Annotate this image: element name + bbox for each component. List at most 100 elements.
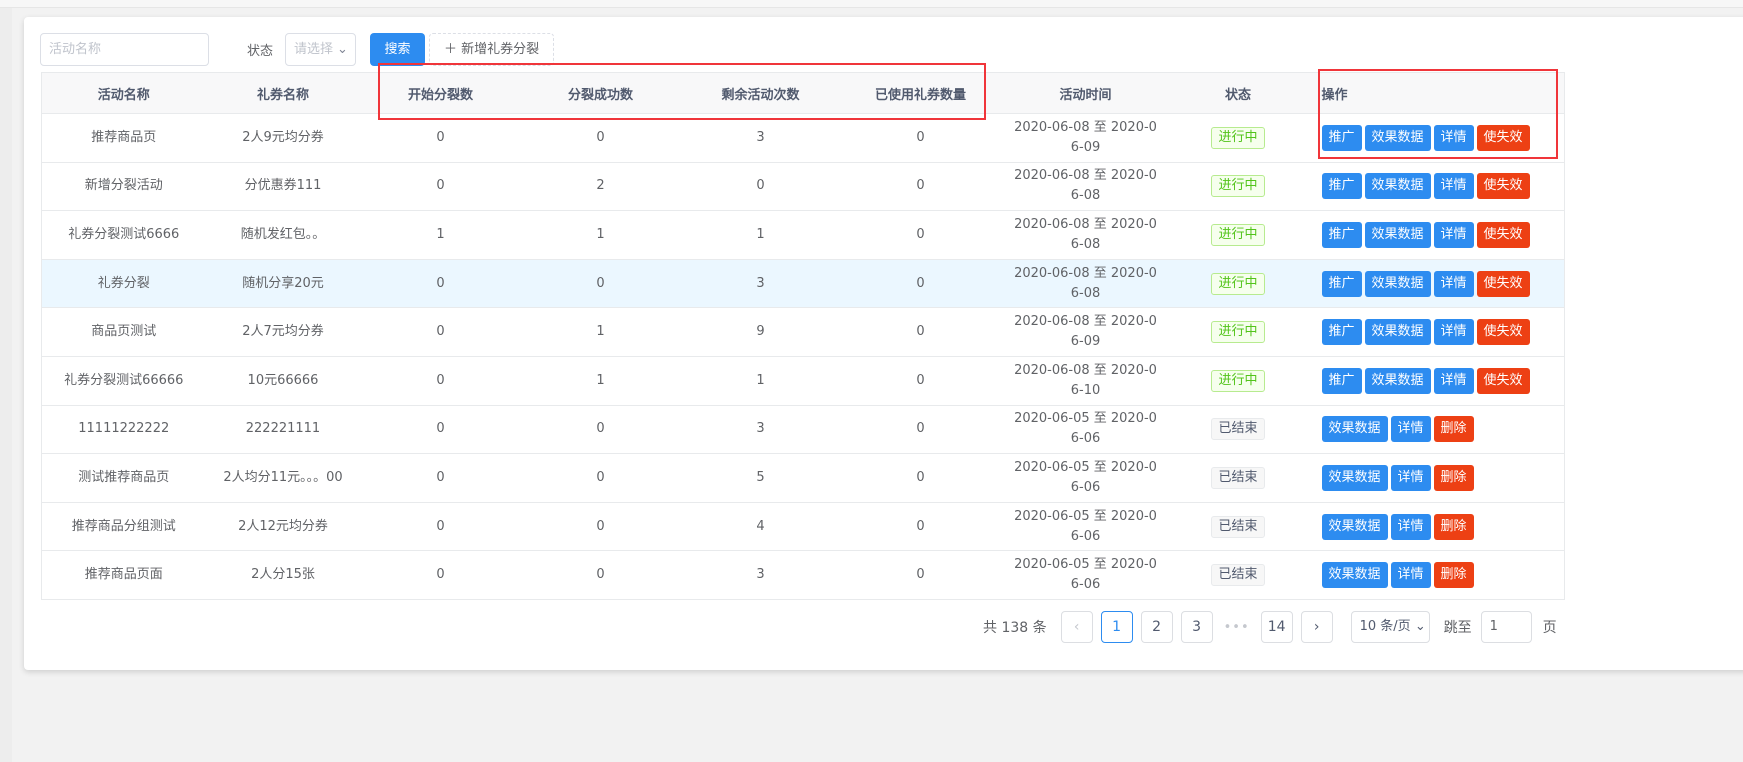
- ellipsis-icon[interactable]: •••: [1221, 620, 1253, 635]
- page-size-select[interactable]: 10 条/页 ⌄: [1350, 611, 1430, 643]
- activity-name-input[interactable]: 活动名称: [40, 33, 209, 66]
- invalidate-button[interactable]: 使失效: [1476, 173, 1530, 200]
- table-row[interactable]: 推荐商品分组测试 2人12元均分券 0 0 4 0 2020-06-05 至 2020-0 6…: [41, 502, 1565, 552]
- effect-data-button[interactable]: 效果数据: [1364, 221, 1431, 248]
- cell-name: 11111222222: [41, 405, 206, 455]
- time-line-2: 6-06: [1070, 431, 1101, 447]
- prev-page-button[interactable]: ‹: [1060, 611, 1093, 643]
- detail-button[interactable]: 详情: [1390, 513, 1431, 540]
- table-row[interactable]: 礼券分裂测试66666 10元66666 0 1 1 0 2020-06-08 至 2020…: [41, 356, 1565, 406]
- invalidate-button[interactable]: 使失效: [1476, 319, 1530, 346]
- status-badge: 进行中: [1211, 126, 1265, 149]
- column-header: 状态: [1170, 72, 1306, 114]
- add-coupon-split-button[interactable]: ＋ 新增礼券分裂: [429, 33, 555, 66]
- status-badge: 已结束: [1211, 564, 1265, 587]
- detail-button[interactable]: 详情: [1390, 464, 1431, 491]
- table-row[interactable]: 推荐商品页面 2人分15张 0 0 3 0 2020-06-05 至 2020-0 6-06 已…: [41, 550, 1565, 600]
- cell-coupon: 分优惠券111: [205, 162, 361, 212]
- page-3[interactable]: 3: [1180, 611, 1213, 643]
- cell-name: 新增分裂活动: [41, 162, 206, 212]
- cell-start: 0: [360, 307, 521, 357]
- time-line-1: 2020-06-05 至 2020-0: [1014, 557, 1157, 573]
- detail-button[interactable]: 详情: [1433, 270, 1474, 297]
- detail-button[interactable]: 详情: [1433, 319, 1474, 346]
- invalidate-button[interactable]: 使失效: [1476, 270, 1530, 297]
- table-row[interactable]: 测试推荐商品页 2人均分11元。。。00 0 0 5 0 2020-06-05 至 2020…: [41, 453, 1565, 503]
- delete-button[interactable]: 删除: [1433, 416, 1474, 443]
- detail-button[interactable]: 详情: [1433, 367, 1474, 394]
- delete-button[interactable]: 删除: [1433, 562, 1474, 589]
- effect-data-button[interactable]: 效果数据: [1321, 562, 1388, 589]
- cell-remain: 3: [680, 259, 841, 309]
- effect-data-button[interactable]: 效果数据: [1321, 416, 1388, 443]
- cell-status: 已结束: [1170, 453, 1306, 503]
- cell-success: 0: [520, 405, 681, 455]
- page-2[interactable]: 2: [1140, 611, 1173, 643]
- delete-button[interactable]: 删除: [1433, 513, 1474, 540]
- effect-data-button[interactable]: 效果数据: [1364, 319, 1431, 346]
- cell-time: 2020-06-08 至 2020-0 6-08: [1000, 210, 1171, 260]
- cell-coupon: 随机发红包。。: [205, 210, 361, 260]
- chevron-down-icon: ⌄: [337, 42, 348, 57]
- effect-data-button[interactable]: 效果数据: [1364, 173, 1431, 200]
- cell-used: 0: [840, 405, 1001, 455]
- cell-time: 2020-06-08 至 2020-0 6-10: [1000, 356, 1171, 406]
- delete-button[interactable]: 删除: [1433, 464, 1474, 491]
- promote-button[interactable]: 推广: [1321, 221, 1362, 248]
- cell-used: 0: [840, 307, 1001, 357]
- cell-remain: 3: [680, 550, 841, 600]
- table-row[interactable]: 礼券分裂测试6666 随机发红包。。 1 1 1 0 2020-06-08 至 2020-0…: [41, 210, 1565, 260]
- effect-data-button[interactable]: 效果数据: [1321, 464, 1388, 491]
- cell-remain: 0: [680, 162, 841, 212]
- next-page-button[interactable]: ›: [1300, 611, 1333, 643]
- cell-status: 进行中: [1170, 259, 1306, 309]
- effect-data-button[interactable]: 效果数据: [1364, 270, 1431, 297]
- cell-success: 0: [520, 113, 681, 163]
- cell-name: 测试推荐商品页: [41, 453, 206, 503]
- left-gutter: [0, 8, 12, 762]
- cell-name: 推荐商品页: [41, 113, 206, 163]
- status-badge: 进行中: [1211, 369, 1265, 392]
- cell-start: 0: [360, 356, 521, 406]
- cell-success: 1: [520, 307, 681, 357]
- page-14[interactable]: 14: [1260, 611, 1293, 643]
- search-button[interactable]: 搜索: [370, 33, 426, 66]
- cell-coupon: 随机分享20元: [205, 259, 361, 309]
- cell-status: 进行中: [1170, 307, 1306, 357]
- time-line-1: 2020-06-08 至 2020-0: [1014, 362, 1157, 378]
- table-row[interactable]: 11111222222 222221111 0 0 3 0 2020-06-05 至 202…: [41, 405, 1565, 455]
- time-line-2: 6-06: [1070, 577, 1101, 593]
- jump-page-input[interactable]: 1: [1480, 611, 1532, 643]
- cell-coupon: 2人7元均分券: [205, 307, 361, 357]
- cell-remain: 3: [680, 405, 841, 455]
- effect-data-button[interactable]: 效果数据: [1321, 513, 1388, 540]
- status-badge: 进行中: [1211, 223, 1265, 246]
- detail-button[interactable]: 详情: [1390, 416, 1431, 443]
- table-row[interactable]: 商品页测试 2人7元均分券 0 1 9 0 2020-06-08 至 2020-0 6-09 进…: [41, 307, 1565, 357]
- invalidate-button[interactable]: 使失效: [1476, 367, 1530, 394]
- cell-status: 进行中: [1170, 210, 1306, 260]
- cell-remain: 1: [680, 356, 841, 406]
- top-tab-strip: [0, 0, 1743, 8]
- highlight-box-actions: [1318, 69, 1558, 159]
- table-row[interactable]: 新增分裂活动 分优惠券111 0 2 0 0 2020-06-08 至 2020-0 6-08…: [41, 162, 1565, 212]
- status-select[interactable]: 请选择 ⌄: [285, 33, 357, 66]
- cell-status: 已结束: [1170, 550, 1306, 600]
- effect-data-button[interactable]: 效果数据: [1364, 367, 1431, 394]
- promote-button[interactable]: 推广: [1321, 319, 1362, 346]
- cell-start: 0: [360, 113, 521, 163]
- page-1[interactable]: 1: [1100, 611, 1133, 643]
- cell-status: 进行中: [1170, 162, 1306, 212]
- detail-button[interactable]: 详情: [1390, 562, 1431, 589]
- promote-button[interactable]: 推广: [1321, 270, 1362, 297]
- cell-time: 2020-06-05 至 2020-0 6-06: [1000, 550, 1171, 600]
- cell-name: 礼券分裂测试66666: [41, 356, 206, 406]
- detail-button[interactable]: 详情: [1433, 173, 1474, 200]
- detail-button[interactable]: 详情: [1433, 221, 1474, 248]
- invalidate-button[interactable]: 使失效: [1476, 221, 1530, 248]
- cell-time: 2020-06-05 至 2020-0 6-06: [1000, 453, 1171, 503]
- promote-button[interactable]: 推广: [1321, 173, 1362, 200]
- table-row[interactable]: 礼券分裂 随机分享20元 0 0 3 0 2020-06-08 至 2020-0 6-08 进行…: [41, 259, 1565, 309]
- promote-button[interactable]: 推广: [1321, 367, 1362, 394]
- cell-name: 礼券分裂: [41, 259, 206, 309]
